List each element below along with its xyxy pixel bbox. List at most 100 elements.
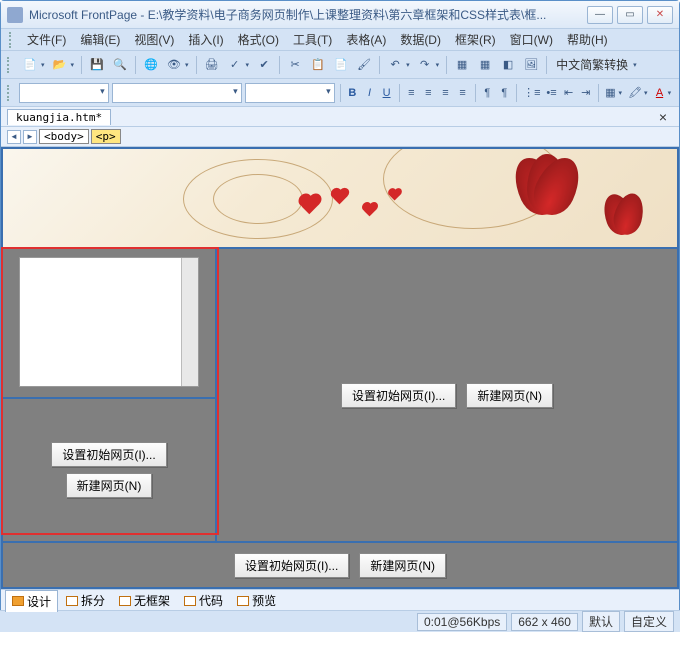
open-icon[interactable]: 📂 [50,55,70,75]
close-button[interactable]: ✕ [647,6,673,24]
menu-help[interactable]: 帮助(H) [561,29,614,50]
align-right-icon[interactable]: ≡ [438,83,452,103]
print-icon[interactable]: 🖨 [202,55,222,75]
component-icon[interactable]: ▦ [452,55,472,75]
tag-p[interactable]: <p> [91,129,121,144]
spell-icon[interactable]: ✓ [225,55,245,75]
font-color-icon[interactable]: A [652,83,666,103]
underline-button[interactable]: U [380,83,394,103]
publish-icon[interactable]: 🌐 [141,55,161,75]
search-icon[interactable]: 🔍 [110,55,130,75]
maximize-button[interactable]: ▭ [617,6,643,24]
frame-content-area[interactable] [19,257,199,387]
indent-icon[interactable]: ⇥ [579,83,593,103]
menu-file[interactable]: 文件(F) [21,29,72,50]
toolbar-grip[interactable] [7,85,12,101]
view-tab-noframes[interactable]: 无框架 [113,590,176,611]
dropdown-icon[interactable]: ▾ [41,61,45,69]
menu-data[interactable]: 数据(D) [394,29,447,50]
menu-insert[interactable]: 插入(I) [182,29,229,50]
dropdown-icon[interactable]: ▾ [185,61,189,69]
bullet-list-icon[interactable]: •≡ [545,83,559,103]
new-icon[interactable]: 📄 [20,55,40,75]
dropdown-icon[interactable]: ▾ [71,61,75,69]
convert-button[interactable]: 中文简繁转换 [552,56,632,73]
copy-icon[interactable]: 📋 [308,55,328,75]
style-select[interactable] [19,83,109,103]
check-icon[interactable]: ✔ [254,55,274,75]
nav-next-icon[interactable]: ► [23,130,37,144]
bold-button[interactable]: B [345,83,359,103]
format-painter-icon[interactable]: 🖌 [354,55,374,75]
new-page-button[interactable]: 新建网页(N) [466,383,553,408]
menu-format[interactable]: 格式(O) [232,29,285,50]
menu-frame[interactable]: 框架(R) [449,29,502,50]
menu-table[interactable]: 表格(A) [340,29,392,50]
dropdown-icon[interactable]: ▾ [633,61,637,69]
table-icon[interactable]: ▦ [475,55,495,75]
frameset-area: 设置初始网页(I)... 新建网页(N) 设置初始网页(I)... 新建网页(N… [3,249,677,541]
frame-right-main[interactable]: 设置初始网页(I)... 新建网页(N) [217,249,677,541]
undo-icon[interactable]: ↶ [385,55,405,75]
new-page-button[interactable]: 新建网页(N) [359,553,446,578]
separator [279,56,280,74]
set-initial-page-button[interactable]: 设置初始网页(I)... [51,442,166,467]
size-select[interactable] [245,83,335,103]
align-left-icon[interactable]: ≡ [404,83,418,103]
nav-prev-icon[interactable]: ◄ [7,130,21,144]
cut-icon[interactable]: ✂ [285,55,305,75]
menu-window[interactable]: 窗口(W) [504,29,559,50]
borders-icon[interactable]: ▦ [603,83,617,103]
separator [340,84,341,102]
preview-icon[interactable]: 👁 [164,55,184,75]
layer-icon[interactable]: ◧ [498,55,518,75]
dropdown-icon[interactable]: ▾ [246,61,250,69]
dropdown-icon[interactable]: ▾ [644,89,648,97]
toolbar-format: B I U ≡ ≡ ≡ ≡ ¶ ¶ ⋮≡ •≡ ⇤ ⇥ ▦▾ 🖍▾ A▾ [1,79,679,107]
preview-icon [237,596,249,606]
font-select[interactable] [112,83,242,103]
new-page-button[interactable]: 新建网页(N) [66,473,153,498]
menu-view[interactable]: 视图(V) [128,29,180,50]
dropdown-icon[interactable]: ▾ [406,61,410,69]
paste-icon[interactable]: 📄 [331,55,351,75]
save-icon[interactable]: 💾 [87,55,107,75]
view-tab-code[interactable]: 代码 [178,590,229,611]
separator [475,84,476,102]
menu-edit[interactable]: 编辑(E) [74,29,126,50]
outdent-icon[interactable]: ⇤ [562,83,576,103]
view-tab-design[interactable]: 设计 [5,590,58,612]
align-center-icon[interactable]: ≡ [421,83,435,103]
close-document-button[interactable]: × [653,109,673,125]
redo-icon[interactable]: ↷ [415,55,435,75]
view-tab-split[interactable]: 拆分 [60,590,111,611]
frame-bottom[interactable]: 设置初始网页(I)... 新建网页(N) [3,541,677,587]
document-tab[interactable]: kuangjia.htm* [7,109,111,125]
ltr-icon[interactable]: ¶ [480,83,494,103]
frame-top-left[interactable] [3,249,215,399]
menu-grip[interactable] [9,32,15,48]
align-justify-icon[interactable]: ≡ [456,83,470,103]
design-icon [12,596,24,606]
menu-tools[interactable]: 工具(T) [287,29,338,50]
set-initial-page-button[interactable]: 设置初始网页(I)... [341,383,456,408]
document-tabs: kuangjia.htm* × [1,107,679,127]
dropdown-icon[interactable]: ▾ [668,89,672,97]
image-icon[interactable]: 🖼 [521,55,541,75]
set-initial-page-button[interactable]: 设置初始网页(I)... [234,553,349,578]
highlight-icon[interactable]: 🖍 [627,83,643,103]
rtl-icon[interactable]: ¶ [497,83,511,103]
toolbar-grip[interactable] [7,57,13,73]
tag-body[interactable]: <body> [39,129,89,144]
app-icon [7,7,23,23]
view-tab-preview[interactable]: 预览 [231,590,282,611]
dropdown-icon[interactable]: ▾ [618,89,622,97]
design-canvas[interactable]: 设置初始网页(I)... 新建网页(N) 设置初始网页(I)... 新建网页(N… [1,147,679,589]
numbered-list-icon[interactable]: ⋮≡ [522,83,541,103]
minimize-button[interactable]: — [587,6,613,24]
statusbar: 0:01@56Kbps 662 x 460 默认 自定义 [0,610,680,632]
italic-button[interactable]: I [362,83,376,103]
dropdown-icon[interactable]: ▾ [436,61,440,69]
banner-frame[interactable] [3,149,677,249]
frame-bottom-left[interactable]: 设置初始网页(I)... 新建网页(N) [3,399,215,541]
